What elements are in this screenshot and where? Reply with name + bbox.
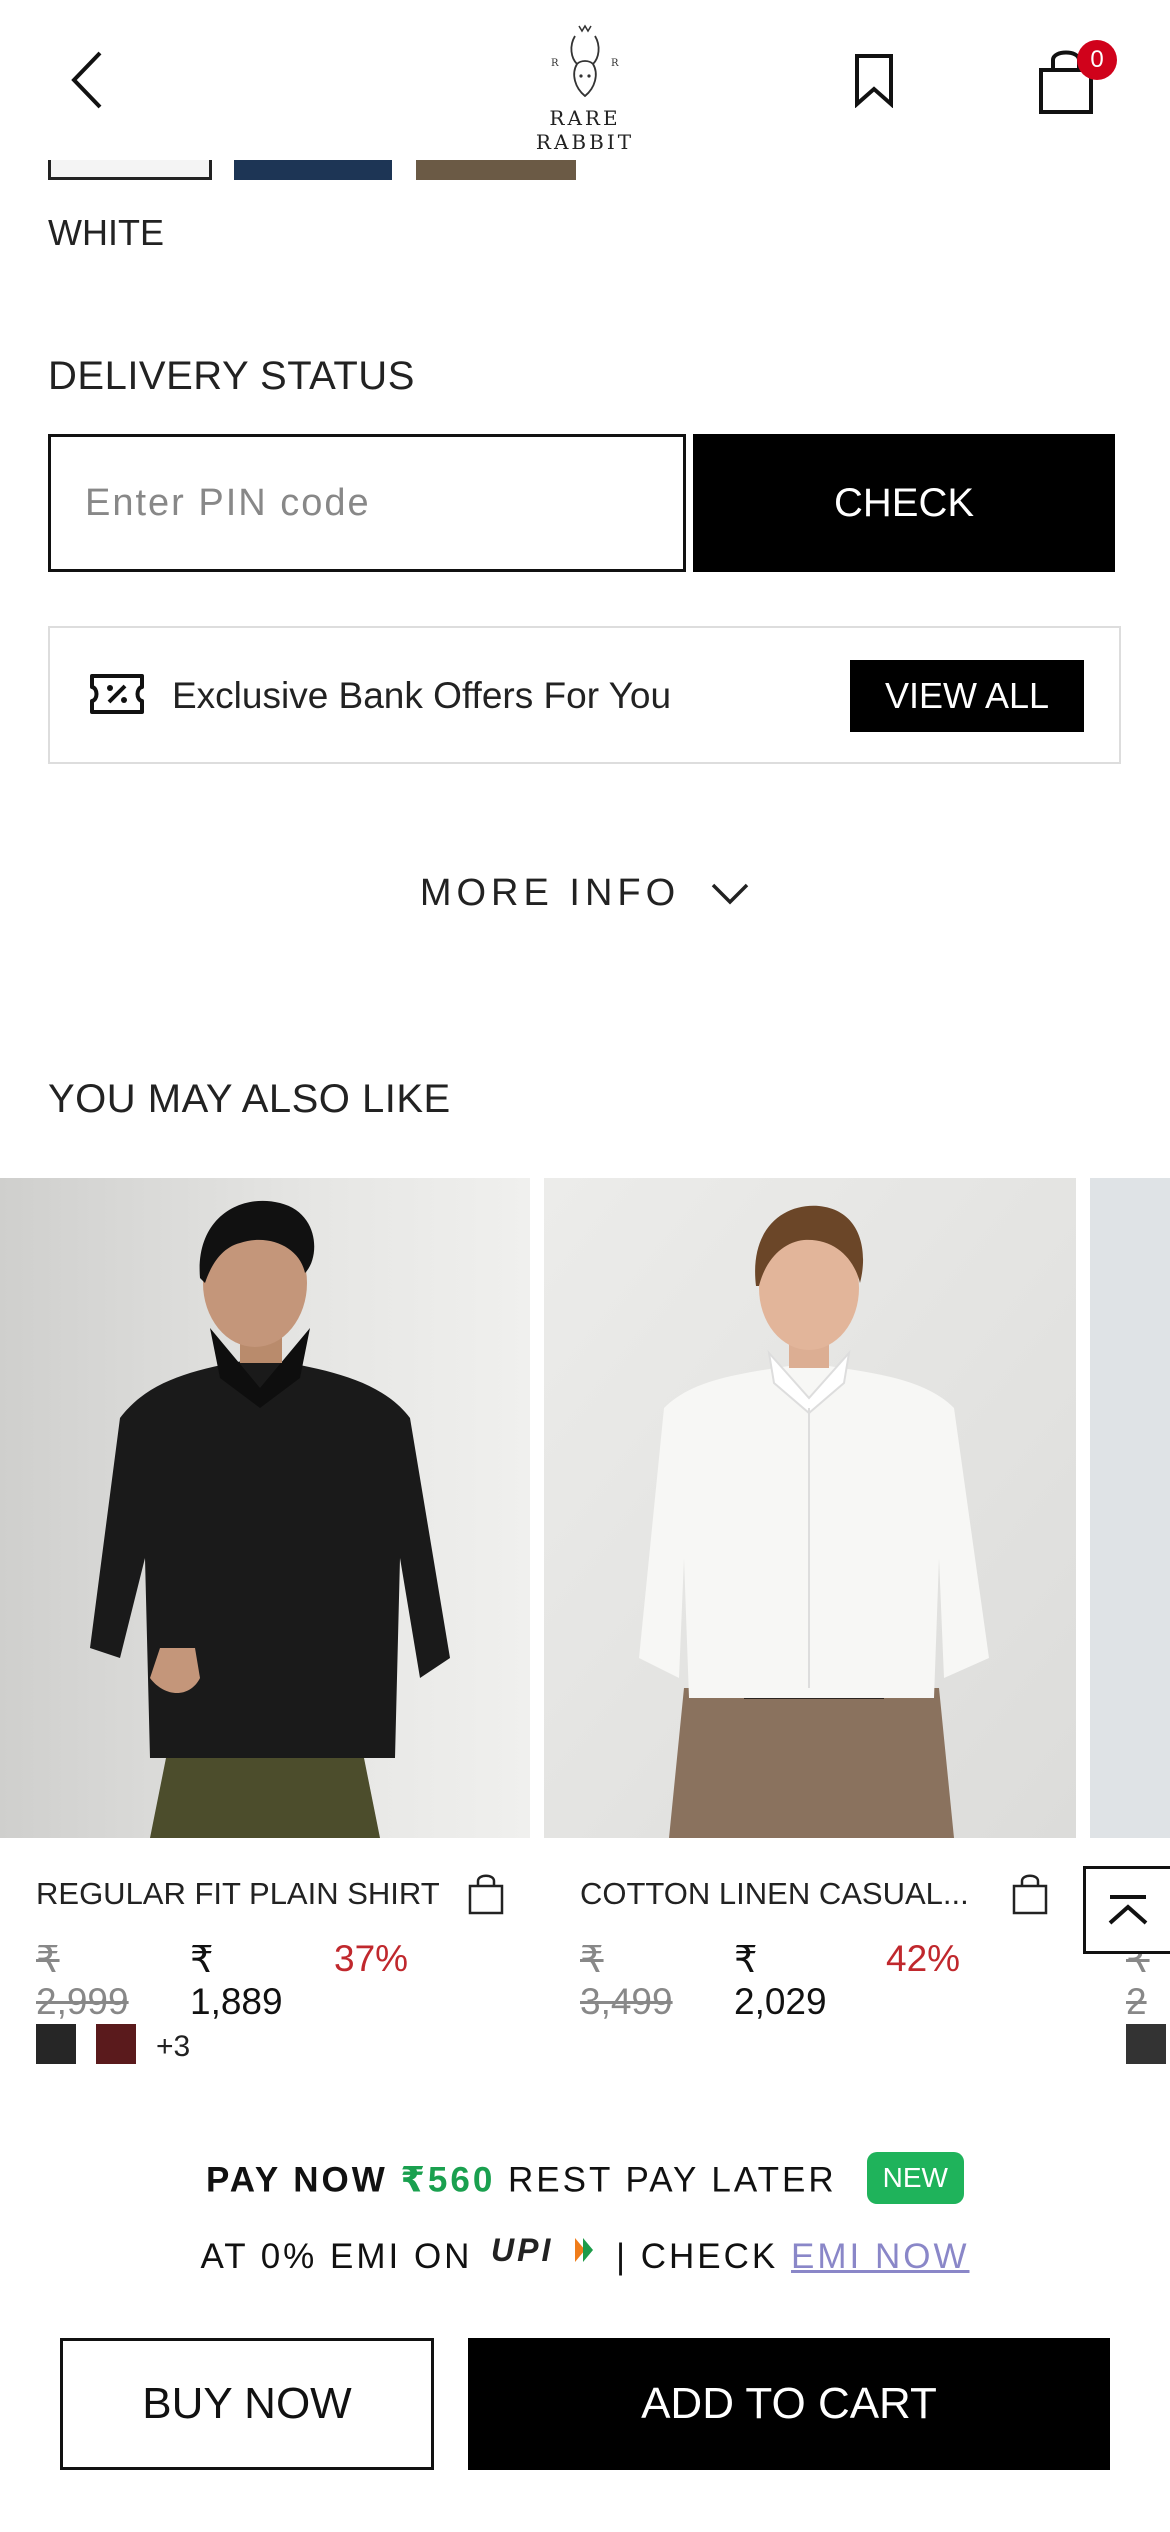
selected-color-label: WHITE (48, 212, 164, 253)
scroll-up-icon (1108, 1895, 1148, 1925)
more-colors-count: +3 (156, 2030, 191, 2063)
more-info-toggle[interactable]: MORE INFO (0, 872, 1170, 916)
product-discount: 37% (334, 1938, 409, 1979)
rabbit-logo-icon: R R (551, 24, 619, 98)
add-to-cart-button[interactable]: ADD TO CART (468, 2338, 1110, 2470)
more-info-label: MORE INFO (419, 872, 681, 914)
check-pin-button[interactable]: CHECK (693, 434, 1115, 572)
top-header: R R RARE RABBIT 0 (0, 0, 1170, 160)
chevron-left-icon (71, 51, 102, 109)
pay-now-label: PAY NOW (206, 2160, 388, 2200)
bank-offers-banner: Exclusive Bank Offers For You VIEW ALL (48, 626, 1121, 764)
cart-button[interactable]: 0 (1035, 40, 1117, 120)
pay-later-line: PAY NOW ₹560 REST PAY LATER NEW (0, 2152, 1170, 2208)
product-price: ₹ 2,029 (734, 1939, 827, 2022)
back-button[interactable] (60, 45, 120, 115)
product-card[interactable]: ₹ 2 (1090, 1178, 1170, 2098)
svg-text:R: R (551, 58, 559, 69)
product-name[interactable]: REGULAR FIT PLAIN SHIRT (36, 1876, 440, 1912)
product-mrp: ₹ 2,999 (36, 1939, 129, 2022)
add-to-bag-icon[interactable] (466, 1872, 506, 1916)
emi-now-link[interactable]: EMI NOW (791, 2237, 969, 2276)
coupon-ticket-icon (90, 674, 144, 714)
svg-text:R: R (611, 58, 619, 69)
chevron-down-icon (710, 873, 750, 916)
bank-offers-text: Exclusive Bank Offers For You (172, 675, 672, 716)
product-color-swatch[interactable] (1126, 2024, 1166, 2064)
bookmark-icon (855, 54, 893, 109)
wishlist-button[interactable] (852, 52, 896, 109)
product-name[interactable]: COTTON LINEN CASUAL... (580, 1876, 969, 1912)
product-image[interactable] (0, 1178, 530, 1838)
cart-count-badge: 0 (1077, 40, 1117, 80)
add-to-bag-icon[interactable] (1010, 1872, 1050, 1916)
check-text: | CHECK (615, 2236, 779, 2276)
product-image[interactable] (1090, 1178, 1170, 1838)
product-color-swatch[interactable] (96, 2024, 136, 2064)
product-image[interactable] (544, 1178, 1076, 1838)
pin-code-input[interactable] (48, 434, 686, 572)
emi-text: AT 0% EMI ON (200, 2236, 473, 2276)
upi-logo: UPI (489, 2232, 599, 2277)
pay-now-amount: ₹560 (400, 2160, 496, 2200)
view-all-offers-button[interactable]: VIEW ALL (850, 660, 1084, 732)
svg-text:UPI: UPI (491, 2232, 553, 2268)
product-mrp: ₹ 3,499 (580, 1939, 673, 2022)
product-color-swatch[interactable] (36, 2024, 76, 2064)
product-discount: 42% (886, 1938, 961, 1979)
you-may-also-like-title: YOU MAY ALSO LIKE (48, 1077, 451, 1121)
brand-logo[interactable]: R R RARE RABBIT (505, 22, 665, 154)
new-badge: NEW (866, 2152, 964, 2204)
product-price: ₹ 1,889 (190, 1939, 283, 2022)
delivery-status-title: DELIVERY STATUS (48, 354, 415, 398)
buy-now-button[interactable]: BUY NOW (60, 2338, 434, 2470)
logo-text: RARE RABBIT (535, 106, 635, 154)
emi-line: AT 0% EMI ON UPI | CHECK EMI NOW (0, 2232, 1170, 2281)
scroll-to-top-button[interactable] (1083, 1866, 1170, 1954)
rest-pay-later-label: REST PAY LATER (508, 2160, 837, 2200)
